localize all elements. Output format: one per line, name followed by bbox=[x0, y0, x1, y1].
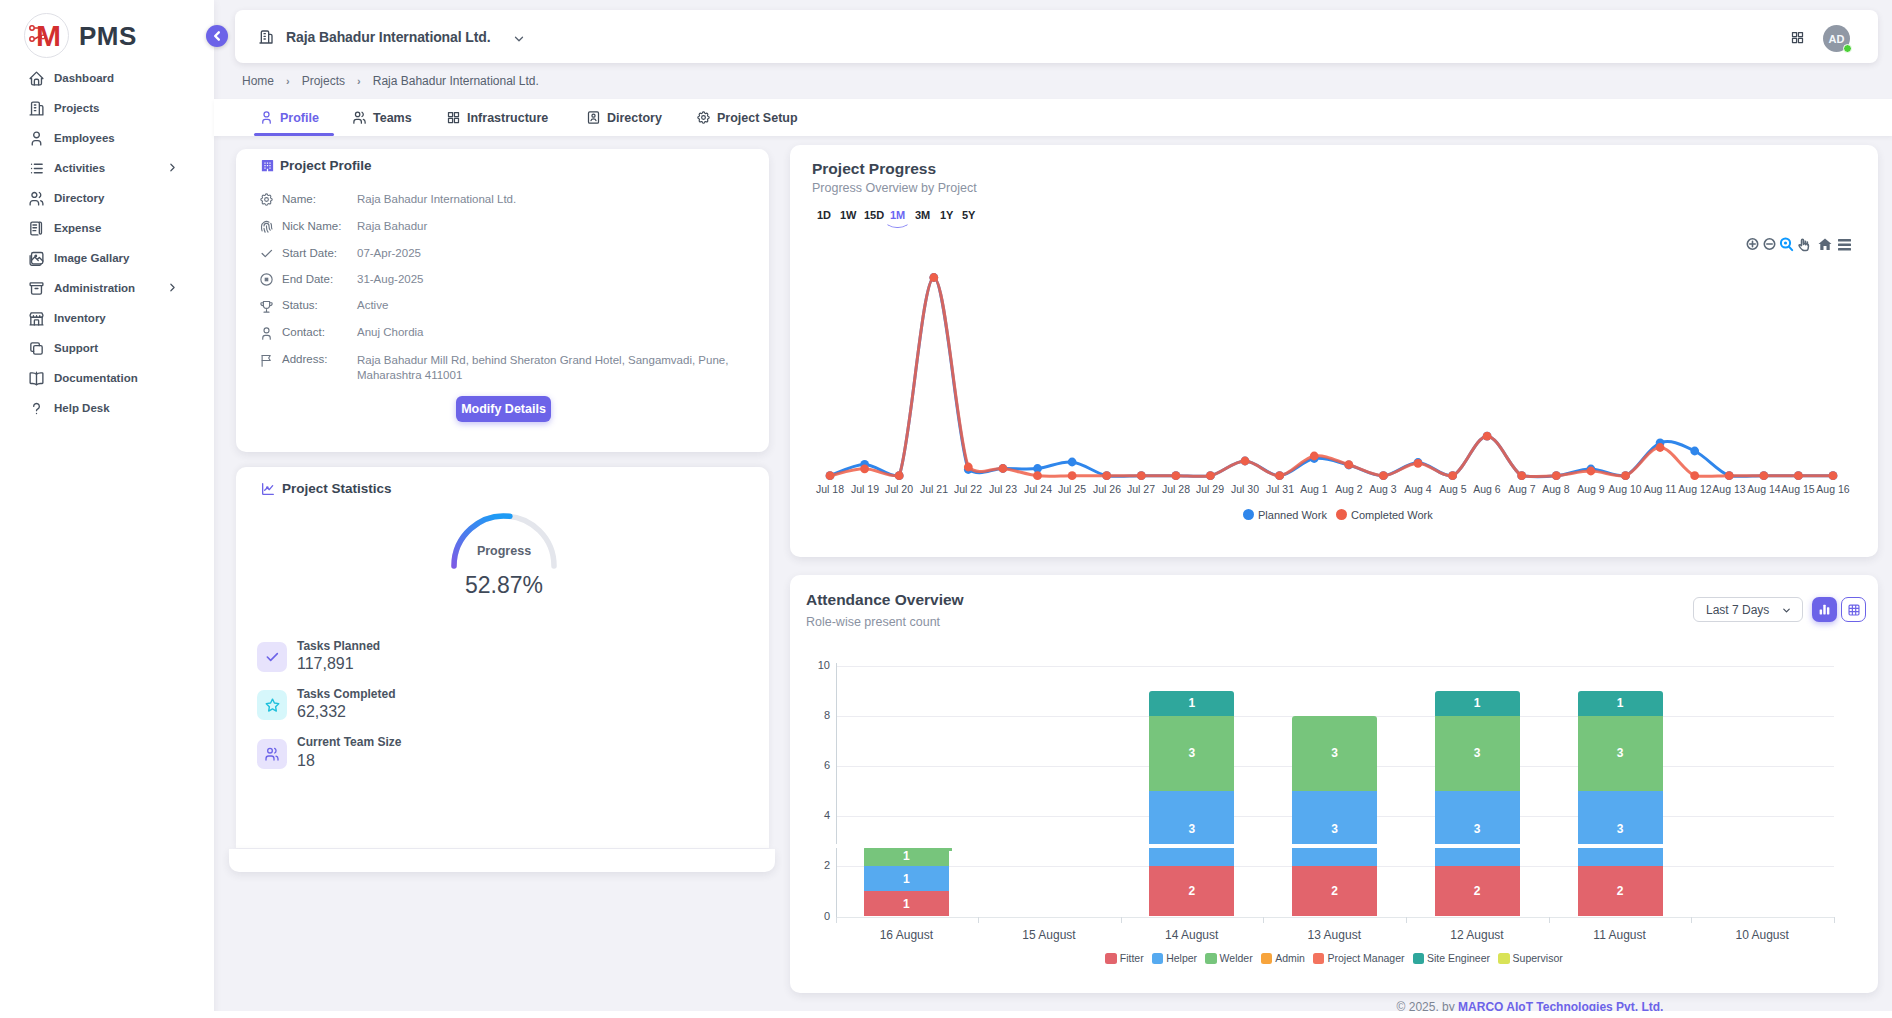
svg-text:M: M bbox=[36, 19, 61, 52]
